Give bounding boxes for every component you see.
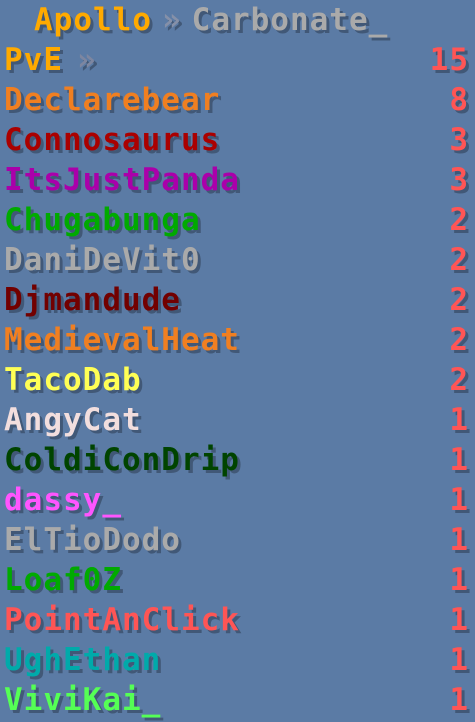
player-score: 3 <box>449 122 469 158</box>
player-name: MedievalHeat <box>4 322 240 358</box>
player-name: ColdiConDrip <box>4 442 240 478</box>
player-name: Declarebear <box>4 82 221 118</box>
player-row: Connosaurus 3 <box>0 120 475 160</box>
player-name: Connosaurus <box>4 122 221 158</box>
player-row: ItsJustPanda 3 <box>0 160 475 200</box>
player-row: AngyCat 1 <box>0 400 475 440</box>
player-name: Chugabunga <box>4 202 201 238</box>
player-name: PointAnClick <box>4 602 240 638</box>
scoreboard-title: Apollo » Carbonate_ <box>0 0 475 40</box>
player-name: TacoDab <box>4 362 142 398</box>
channel-name: Carbonate_ <box>191 2 389 38</box>
player-name: DaniDeVit0 <box>4 242 201 278</box>
player-score: 1 <box>449 642 469 678</box>
player-score: 3 <box>449 162 469 198</box>
player-name: dassy_ <box>4 482 122 518</box>
player-score: 1 <box>449 442 469 478</box>
player-name: UghEthan <box>4 642 162 678</box>
player-score: 1 <box>449 522 469 558</box>
player-score: 1 <box>449 602 469 638</box>
player-row: Chugabunga 2 <box>0 200 475 240</box>
player-row: Djmandude 2 <box>0 280 475 320</box>
player-score: 2 <box>449 202 469 238</box>
player-score: 2 <box>449 242 469 278</box>
player-name: ItsJustPanda <box>4 162 240 198</box>
mode-group: PvE » <box>0 40 97 80</box>
player-row: ViviKai_ 1 <box>0 680 475 720</box>
player-score: 1 <box>449 482 469 518</box>
player-row: ColdiConDrip 1 <box>0 440 475 480</box>
player-score: 2 <box>449 282 469 318</box>
mode-label: PvE <box>4 42 63 78</box>
player-name: AngyCat <box>4 402 142 438</box>
title-group: Apollo » Carbonate_ <box>0 0 388 40</box>
player-row: UghEthan 1 <box>0 640 475 680</box>
player-row: dassy_ 1 <box>0 480 475 520</box>
player-name: Djmandude <box>4 282 181 318</box>
player-row: Declarebear 8 <box>0 80 475 120</box>
player-score: 1 <box>449 402 469 438</box>
player-row: PointAnClick 1 <box>0 600 475 640</box>
player-score: 8 <box>449 82 469 118</box>
mode-separator: » <box>77 42 97 78</box>
mode-row: PvE » 15 <box>0 40 475 80</box>
player-name: Loaf0Z <box>4 562 122 598</box>
player-row: ElTioDodo 1 <box>0 520 475 560</box>
player-score: 2 <box>449 362 469 398</box>
player-name: ElTioDodo <box>4 522 181 558</box>
player-score: 1 <box>449 682 469 718</box>
player-row: MedievalHeat 2 <box>0 320 475 360</box>
player-name: ViviKai_ <box>4 682 162 718</box>
server-name: Apollo <box>34 2 152 38</box>
player-row: DaniDeVit0 2 <box>0 240 475 280</box>
player-score: 1 <box>449 562 469 598</box>
player-score: 2 <box>449 322 469 358</box>
mode-total: 15 <box>429 42 469 78</box>
title-separator: » <box>161 2 182 38</box>
player-row: Loaf0Z 1 <box>0 560 475 600</box>
player-row: TacoDab 2 <box>0 360 475 400</box>
scoreboard-sidebar: Apollo » Carbonate_ PvE » 15 Declarebear… <box>0 0 475 722</box>
